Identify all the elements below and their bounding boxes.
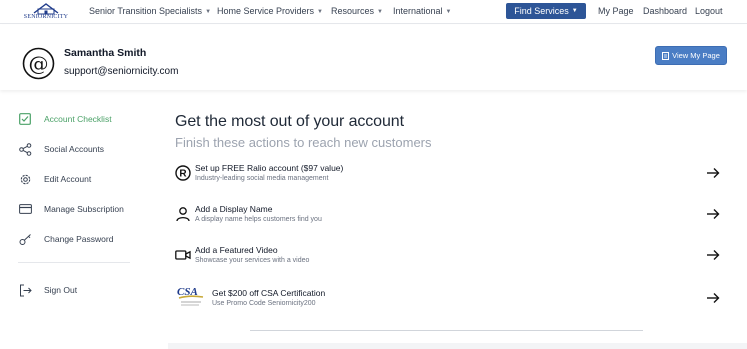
csa-logo: CSA <box>175 284 207 310</box>
sidebar-item-label: Change Password <box>44 234 114 244</box>
action-item-ralio[interactable]: R Set up FREE Ralio account ($97 value) … <box>175 163 720 193</box>
checkbox-icon <box>18 112 32 126</box>
video-icon <box>175 247 191 263</box>
arrow-right-icon[interactable] <box>706 166 720 180</box>
page-subtitle: Finish these actions to reach new custom… <box>175 135 432 150</box>
content-divider <box>250 330 643 331</box>
nav-label: Senior Transition Specialists <box>89 6 203 16</box>
action-desc: Showcase your services with a video <box>195 257 310 264</box>
action-title: Add a Display Name <box>195 204 273 214</box>
ralio-icon: R <box>175 165 191 181</box>
sidebar-item-label: Edit Account <box>44 174 92 184</box>
caret-down-icon: ▼ <box>317 9 323 15</box>
svg-text:R: R <box>179 169 187 180</box>
action-title: Set up FREE Ralio account ($97 value) <box>195 163 344 173</box>
sign-out-label: Sign Out <box>44 285 78 295</box>
page-title: Get the most out of your account <box>175 113 404 130</box>
caret-down-icon: ▼ <box>377 9 383 15</box>
top-navbar: SENIORNICITY Senior Transition Specialis… <box>0 0 747 24</box>
gear-icon <box>18 172 32 186</box>
sidebar-item-label: Social Accounts <box>44 144 105 154</box>
sidebar-item-label: Manage Subscription <box>44 204 124 214</box>
nav-label: Home Service Providers <box>217 6 315 16</box>
caret-down-icon: ▼ <box>445 9 452 15</box>
nav-international[interactable]: International ▼ <box>393 6 452 16</box>
view-my-page-button[interactable]: View My Page <box>655 46 727 65</box>
seniornicity-logo[interactable]: SENIORNICITY <box>22 2 70 20</box>
sidebar-item-account-checklist[interactable]: Account Checklist <box>18 110 112 128</box>
action-title: Add a Featured Video <box>195 245 278 255</box>
arrow-right-icon[interactable] <box>706 207 720 221</box>
caret-down-icon: ▼ <box>571 8 578 14</box>
logo-text: SENIORNICITY <box>23 14 69 20</box>
credit-card-icon <box>18 202 32 216</box>
action-desc: Industry-leading social media management <box>195 175 329 182</box>
svg-text:@: @ <box>29 52 49 76</box>
nav-resources[interactable]: Resources ▼ <box>331 6 383 16</box>
share-icon <box>18 142 32 156</box>
user-name: Samantha Smith <box>64 47 147 59</box>
sidebar-item-label: Account Checklist <box>44 114 112 124</box>
page-icon <box>662 51 670 60</box>
sidebar-item-manage-subscription[interactable]: Manage Subscription <box>18 200 124 218</box>
user-icon <box>175 206 191 222</box>
view-my-page-label: View My Page <box>672 51 720 60</box>
nav-logout[interactable]: Logout <box>695 6 723 16</box>
footer-strip <box>168 343 747 349</box>
find-services-button[interactable]: Find Services ▼ <box>506 3 586 19</box>
sidebar-divider <box>18 262 130 263</box>
nav-label: Resources <box>331 6 375 16</box>
sidebar-item-edit-account[interactable]: Edit Account <box>18 170 91 188</box>
action-item-featured-video[interactable]: Add a Featured Video Showcase your servi… <box>175 245 720 275</box>
find-services-label: Find Services <box>514 6 569 16</box>
nav-my-page[interactable]: My Page <box>598 6 634 16</box>
caret-down-icon: ▼ <box>205 9 212 15</box>
action-desc: A display name helps customers find you <box>195 216 322 223</box>
sidebar-item-social-accounts[interactable]: Social Accounts <box>18 140 104 158</box>
key-icon <box>18 232 32 246</box>
action-title: Get $200 off CSA Certification <box>212 288 326 298</box>
nav-label: International <box>393 6 443 16</box>
sidebar-item-change-password[interactable]: Change Password <box>18 230 113 248</box>
action-item-display-name[interactable]: Add a Display Name A display name helps … <box>175 204 720 234</box>
sign-out-icon <box>18 283 32 297</box>
arrow-right-icon[interactable] <box>706 291 720 305</box>
action-desc: Use Promo Code Seniornicity200 <box>212 300 316 307</box>
at-sign-icon: @ <box>22 47 55 80</box>
arrow-right-icon[interactable] <box>706 248 720 262</box>
user-email: support@seniornicity.com <box>64 66 179 77</box>
nav-senior-transition-specialists[interactable]: Senior Transition Specialists ▼ <box>89 6 211 16</box>
sidebar-item-sign-out[interactable]: Sign Out <box>18 281 77 299</box>
nav-dashboard[interactable]: Dashboard <box>643 6 687 16</box>
action-item-csa-certification[interactable]: CSA Get $200 off CSA Certification Use P… <box>175 286 720 318</box>
nav-home-service-providers[interactable]: Home Service Providers ▼ <box>217 6 323 16</box>
